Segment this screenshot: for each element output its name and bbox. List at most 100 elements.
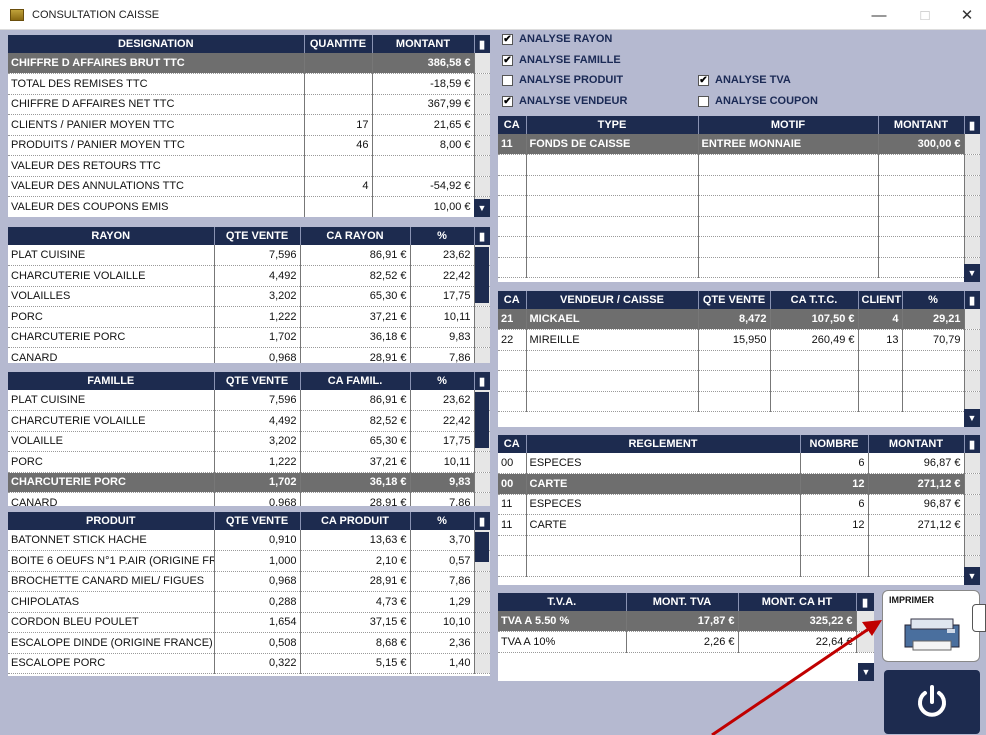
table-row[interactable]: 00 ESPECES 6 96,87 € — [498, 453, 980, 474]
table-row[interactable]: CLIENTS / PANIER MOYEN TTC 17 21,65 € — [8, 114, 490, 136]
table-row[interactable]: ESCALOPE PORC 0,322 5,15 €1,40 — [8, 653, 490, 674]
col-qte-vente[interactable]: QTE VENTE — [214, 512, 301, 530]
scroll-thumb[interactable] — [475, 532, 489, 562]
scroll-thumb[interactable] — [475, 247, 489, 303]
col-percent[interactable]: % — [410, 227, 475, 245]
col-ca[interactable]: CA — [498, 435, 527, 453]
table-row[interactable]: CHARCUTERIE VOLAILLE 4,492 82,52 €22,42 — [8, 265, 490, 287]
table-row[interactable]: PRODUITS / PANIER MOYEN TTC 46 8,00 € — [8, 135, 490, 156]
col-percent[interactable]: % — [410, 372, 475, 390]
print-icon[interactable]: ▮ — [474, 512, 490, 530]
scroll-thumb[interactable] — [475, 392, 489, 448]
table-row[interactable]: CORDON BLEU POULET 1,654 37,15 €10,10 — [8, 612, 490, 633]
table-row[interactable]: 22 MIREILLE 15,950 260,49 €13 70,79 — [498, 329, 980, 351]
col-qte-vente[interactable]: QTE VENTE — [214, 227, 301, 245]
col-client[interactable]: CLIENT — [858, 291, 903, 309]
col-quantite[interactable]: QUANTITE — [304, 35, 373, 53]
table-row[interactable]: CHARCUTERIE PORC 1,702 36,18 €9,83 — [8, 472, 490, 493]
table-row[interactable]: 11 FONDS DE CAISSE ENTREE MONNAIE 300,00 € — [498, 134, 980, 155]
table-row[interactable]: BOITE 6 OEUFS N°1 P.AIR (ORIGINE FRA 1,00… — [8, 550, 490, 572]
maximize-button[interactable]: □ — [902, 0, 948, 30]
col-ca[interactable]: CA — [498, 116, 527, 134]
col-tva[interactable]: T.V.A. — [498, 593, 627, 611]
col-nombre[interactable]: NOMBRE — [800, 435, 869, 453]
check-analyse-coupon[interactable]: ANALYSE COUPON — [698, 95, 818, 107]
table-row[interactable]: PLAT CUISINE 7,596 86,91 €23,62 — [8, 245, 490, 266]
print-icon[interactable]: ▮ — [856, 593, 874, 611]
table-row[interactable]: 21 MICKAEL 8,472 107,50 €4 29,21 — [498, 309, 980, 330]
print-icon[interactable]: ▮ — [474, 372, 490, 390]
table-row[interactable]: CHARCUTERIE PORC 1,702 36,18 €9,83 — [8, 327, 490, 348]
scroll-down-button[interactable]: ▼ — [858, 663, 874, 681]
print-icon[interactable]: ▮ — [964, 116, 980, 134]
print-icon[interactable]: ▮ — [964, 291, 980, 309]
col-qte-vente[interactable]: QTE VENTE — [698, 291, 771, 309]
col-percent[interactable]: % — [410, 512, 475, 530]
col-vendeur[interactable]: VENDEUR / CAISSE — [526, 291, 699, 309]
table-row[interactable]: ESCALOPE DINDE (ORIGINE FRANCE) 0,508 8,68… — [8, 632, 490, 654]
table-row[interactable]: BROCHETTE CANARD MIEL/ FIGUES 0,968 28,91 … — [8, 571, 490, 592]
table-row[interactable]: CANARD 0,968 28,91 €7,86 — [8, 492, 490, 506]
close-button[interactable]: ✕ — [944, 0, 986, 30]
col-motif[interactable]: MOTIF — [698, 116, 879, 134]
scroll-down-button[interactable]: ▼ — [964, 409, 980, 427]
col-mont-tva[interactable]: MONT. TVA — [626, 593, 739, 611]
col-mont-ca-ht[interactable]: MONT. CA HT — [738, 593, 857, 611]
table-row[interactable]: PLAT CUISINE 7,596 86,91 €23,62 — [8, 390, 490, 411]
col-produit[interactable]: PRODUIT — [8, 512, 215, 530]
col-ca-ttc[interactable]: CA T.T.C. — [770, 291, 859, 309]
scroll-down-button[interactable]: ▼ — [964, 264, 980, 282]
col-qte-vente[interactable]: QTE VENTE — [214, 372, 301, 390]
scroll-down-button[interactable]: ▼ — [964, 567, 980, 585]
table-row[interactable]: PORC 1,222 37,21 €10,11 — [8, 306, 490, 328]
check-analyse-vendeur[interactable]: ✔ ANALYSE VENDEUR — [502, 95, 627, 107]
table-row[interactable]: 00 CARTE 12 271,12 € — [498, 473, 980, 495]
table-row[interactable]: CHARCUTERIE VOLAILLE 4,492 82,52 €22,42 — [8, 410, 490, 432]
check-analyse-tva[interactable]: ✔ ANALYSE TVA — [698, 74, 791, 86]
table-row[interactable]: VALEUR DES ANNULATIONS TTC 4 -54,92 € — [8, 176, 490, 197]
minimize-button[interactable]: — — [856, 0, 902, 30]
table-row[interactable]: VOLAILLE 3,202 65,30 €17,75 — [8, 431, 490, 452]
col-montant[interactable]: MONTANT — [878, 116, 965, 134]
checkbox-analyse-coupon[interactable] — [698, 95, 709, 107]
col-ca-famil[interactable]: CA FAMIL. — [300, 372, 411, 390]
checkbox-analyse-vendeur[interactable]: ✔ — [502, 95, 513, 107]
table-row[interactable]: CHIFFRE D AFFAIRES NET TTC 367,99 € — [8, 94, 490, 115]
print-icon[interactable]: ▮ — [474, 35, 490, 53]
table-row[interactable]: TVA A 5.50 % 17,87 €325,22 € — [498, 611, 874, 632]
col-type[interactable]: TYPE — [526, 116, 699, 134]
print-icon[interactable]: ▮ — [964, 435, 980, 453]
scroll-down-button[interactable]: ▼ — [474, 199, 490, 217]
table-row[interactable]: 11 ESPECES 6 96,87 € — [498, 494, 980, 515]
table-row[interactable]: CHIFFRE D AFFAIRES BRUT TTC 386,58 € — [8, 53, 490, 74]
table-row[interactable]: TVA A 10% 2,26 €22,64 € — [498, 631, 874, 653]
table-row[interactable]: 11 CARTE 12 271,12 € — [498, 514, 980, 536]
col-reglement[interactable]: REGLEMENT — [526, 435, 801, 453]
checkbox-analyse-famille[interactable]: ✔ — [502, 54, 513, 66]
col-famille[interactable]: FAMILLE — [8, 372, 215, 390]
col-percent[interactable]: % — [902, 291, 965, 309]
checkbox-analyse-rayon[interactable]: ✔ — [502, 33, 513, 45]
col-montant[interactable]: MONTANT — [372, 35, 475, 53]
table-row[interactable]: CANARD 0,968 28,91 €7,86 — [8, 347, 490, 363]
table-row[interactable]: VALEUR DES COUPONS EMIS 10,00 € — [8, 196, 490, 217]
table-row[interactable]: TOTAL DES REMISES TTC -18,59 € — [8, 73, 490, 95]
col-ca-rayon[interactable]: CA RAYON — [300, 227, 411, 245]
col-designation[interactable]: DESIGNATION — [8, 35, 305, 53]
col-rayon[interactable]: RAYON — [8, 227, 215, 245]
check-analyse-produit[interactable]: ANALYSE PRODUIT — [502, 74, 623, 86]
col-montant[interactable]: MONTANT — [868, 435, 965, 453]
col-ca[interactable]: CA — [498, 291, 527, 309]
table-row[interactable]: VOLAILLES 3,202 65,30 €17,75 — [8, 286, 490, 307]
check-analyse-rayon[interactable]: ✔ ANALYSE RAYON — [502, 33, 612, 45]
table-row[interactable]: CHIPOLATAS 0,288 4,73 €1,29 — [8, 591, 490, 613]
checkbox-analyse-tva[interactable]: ✔ — [698, 74, 709, 86]
side-collapse-tab[interactable] — [972, 604, 986, 632]
table-row[interactable]: BATONNET STICK HACHE 0,910 13,63 €3,70 — [8, 530, 490, 551]
table-row[interactable]: VALEUR DES RETOURS TTC — [8, 155, 490, 177]
table-row[interactable]: PORC 1,222 37,21 €10,11 — [8, 451, 490, 473]
power-button[interactable] — [884, 670, 980, 734]
print-button[interactable]: IMPRIMER — [882, 590, 980, 662]
col-ca-produit[interactable]: CA PRODUIT — [300, 512, 411, 530]
print-icon[interactable]: ▮ — [474, 227, 490, 245]
